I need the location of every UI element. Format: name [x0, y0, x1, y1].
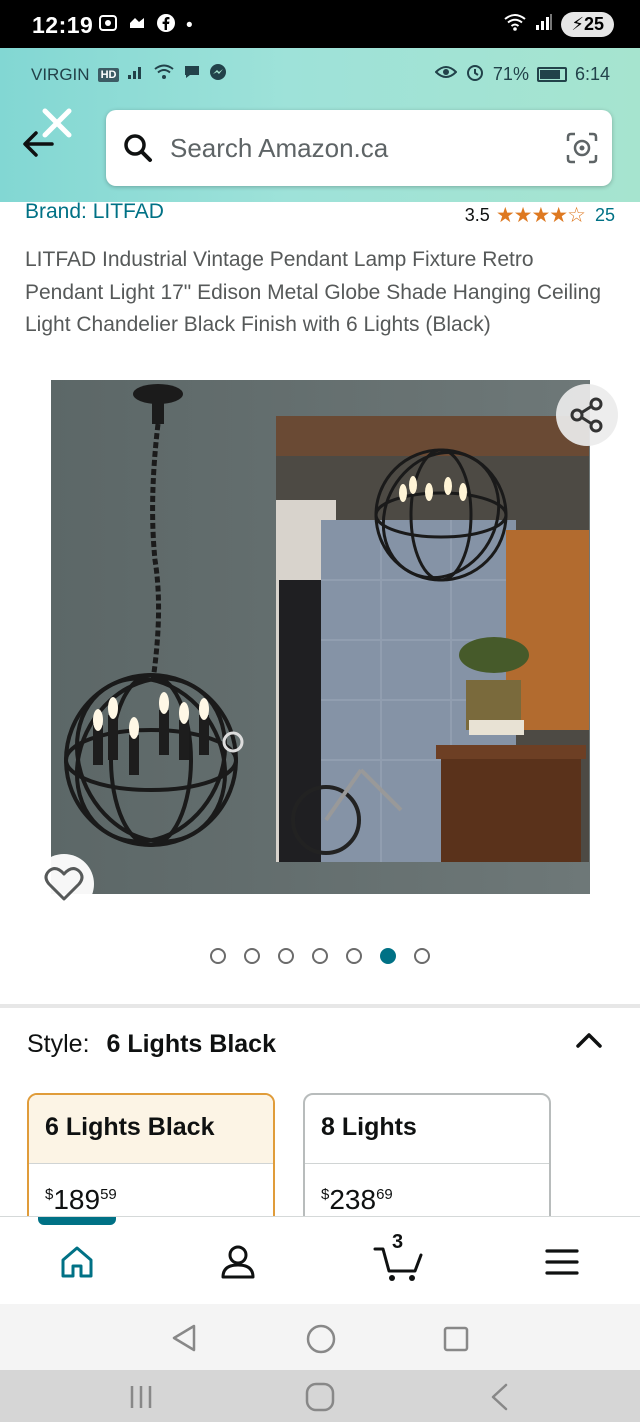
share-icon: [570, 397, 603, 433]
collapse-chevron-icon[interactable]: [574, 1028, 604, 1057]
signal-icon: [535, 13, 553, 36]
section-divider: [0, 1004, 640, 1008]
close-icon[interactable]: [40, 106, 74, 147]
device-system-nav: [0, 1370, 640, 1422]
account-icon: [221, 1245, 255, 1279]
cart-count-badge: 3: [392, 1231, 404, 1253]
style-option-6-lights-black[interactable]: 6 Lights Black $18959: [27, 1093, 275, 1233]
recents-square-icon[interactable]: [440, 1324, 472, 1354]
battery-indicator: ⚡25: [561, 12, 614, 37]
rating-value: 3.5: [464, 205, 490, 225]
home-icon: [61, 1246, 93, 1278]
dot-icon: •: [186, 15, 193, 36]
style-option-name: 6 Lights Black: [29, 1095, 273, 1163]
messenger-icon: [209, 63, 227, 86]
battery-percent: 71%: [492, 64, 529, 84]
notification-icons: •: [98, 13, 193, 39]
nav-menu[interactable]: [532, 1237, 592, 1287]
app-system-nav: [0, 1304, 640, 1370]
home-rounded-square-icon[interactable]: [302, 1380, 338, 1414]
carousel-dot-active[interactable]: [380, 948, 396, 964]
carousel-dot[interactable]: [278, 948, 294, 964]
search-input[interactable]: [170, 132, 552, 164]
app-status-time: 6:14: [574, 64, 610, 84]
carousel-indicator: [0, 948, 640, 964]
carrier-info: VIRGIN HD: [31, 63, 227, 86]
heart-icon: [44, 867, 84, 901]
brand-link[interactable]: Brand: LITFAD: [25, 200, 164, 224]
chandelier-image: [51, 380, 590, 894]
style-selector-header[interactable]: Style: 6 Lights Black: [27, 1030, 276, 1059]
carousel-dot[interactable]: [244, 948, 260, 964]
carousel-dot[interactable]: [346, 948, 362, 964]
chat-icon: [183, 64, 201, 85]
status-time: 12:19: [32, 12, 94, 38]
alarm-icon: [465, 62, 485, 87]
style-label: Style:: [27, 1030, 90, 1058]
app-status-bar: VIRGIN HD 71% 6:14: [0, 48, 640, 98]
bottom-navigation: 3: [0, 1216, 640, 1304]
carrier-name: VIRGIN: [31, 64, 90, 84]
carousel-dot[interactable]: [210, 948, 226, 964]
style-option-8-lights[interactable]: 8 Lights $23869: [303, 1093, 551, 1233]
style-selected-value: 6 Lights Black: [106, 1030, 276, 1058]
eye-icon: [434, 64, 458, 85]
system-icons: ⚡25: [503, 12, 614, 37]
screenshot-icon: [98, 13, 118, 39]
star-rating-icon: ★★★★☆: [495, 204, 586, 227]
menu-icon: [545, 1249, 579, 1275]
nav-cart[interactable]: 3: [368, 1231, 428, 1287]
active-tab-indicator: [38, 1217, 116, 1225]
camera-search-icon[interactable]: [552, 131, 612, 165]
search-bar[interactable]: [106, 110, 612, 186]
hd-badge: HD: [97, 67, 120, 82]
review-count[interactable]: 25: [595, 205, 615, 226]
home-circle-icon[interactable]: [304, 1322, 338, 1356]
carousel-dot[interactable]: [414, 948, 430, 964]
battery-icon: [536, 67, 567, 82]
product-title: LITFAD Industrial Vintage Pendant Lamp F…: [25, 248, 602, 336]
search-icon: [106, 132, 170, 164]
back-triangle-icon[interactable]: [168, 1322, 200, 1354]
signal-icon: [127, 64, 145, 85]
wishlist-button[interactable]: [34, 854, 94, 914]
app-status-right: 71% 6:14: [434, 62, 610, 87]
device-status-bar: 12:19 • ⚡25: [0, 0, 640, 48]
back-chevron-icon[interactable]: [484, 1380, 514, 1414]
nav-account[interactable]: [208, 1237, 268, 1287]
style-option-name: 8 Lights: [321, 1113, 417, 1141]
recents-bars-icon[interactable]: [124, 1382, 158, 1412]
share-button[interactable]: [556, 384, 618, 446]
product-image[interactable]: [51, 380, 590, 894]
app-header: VIRGIN HD 71% 6:14: [0, 48, 640, 202]
wifi-icon: [153, 63, 175, 86]
cast-icon: [128, 14, 146, 38]
facebook-icon: [156, 13, 176, 39]
rating-summary[interactable]: 3.5 ★★★★☆ 25: [465, 203, 615, 228]
carousel-dot[interactable]: [312, 948, 328, 964]
wifi-icon: [503, 12, 527, 37]
nav-home[interactable]: [47, 1237, 107, 1287]
